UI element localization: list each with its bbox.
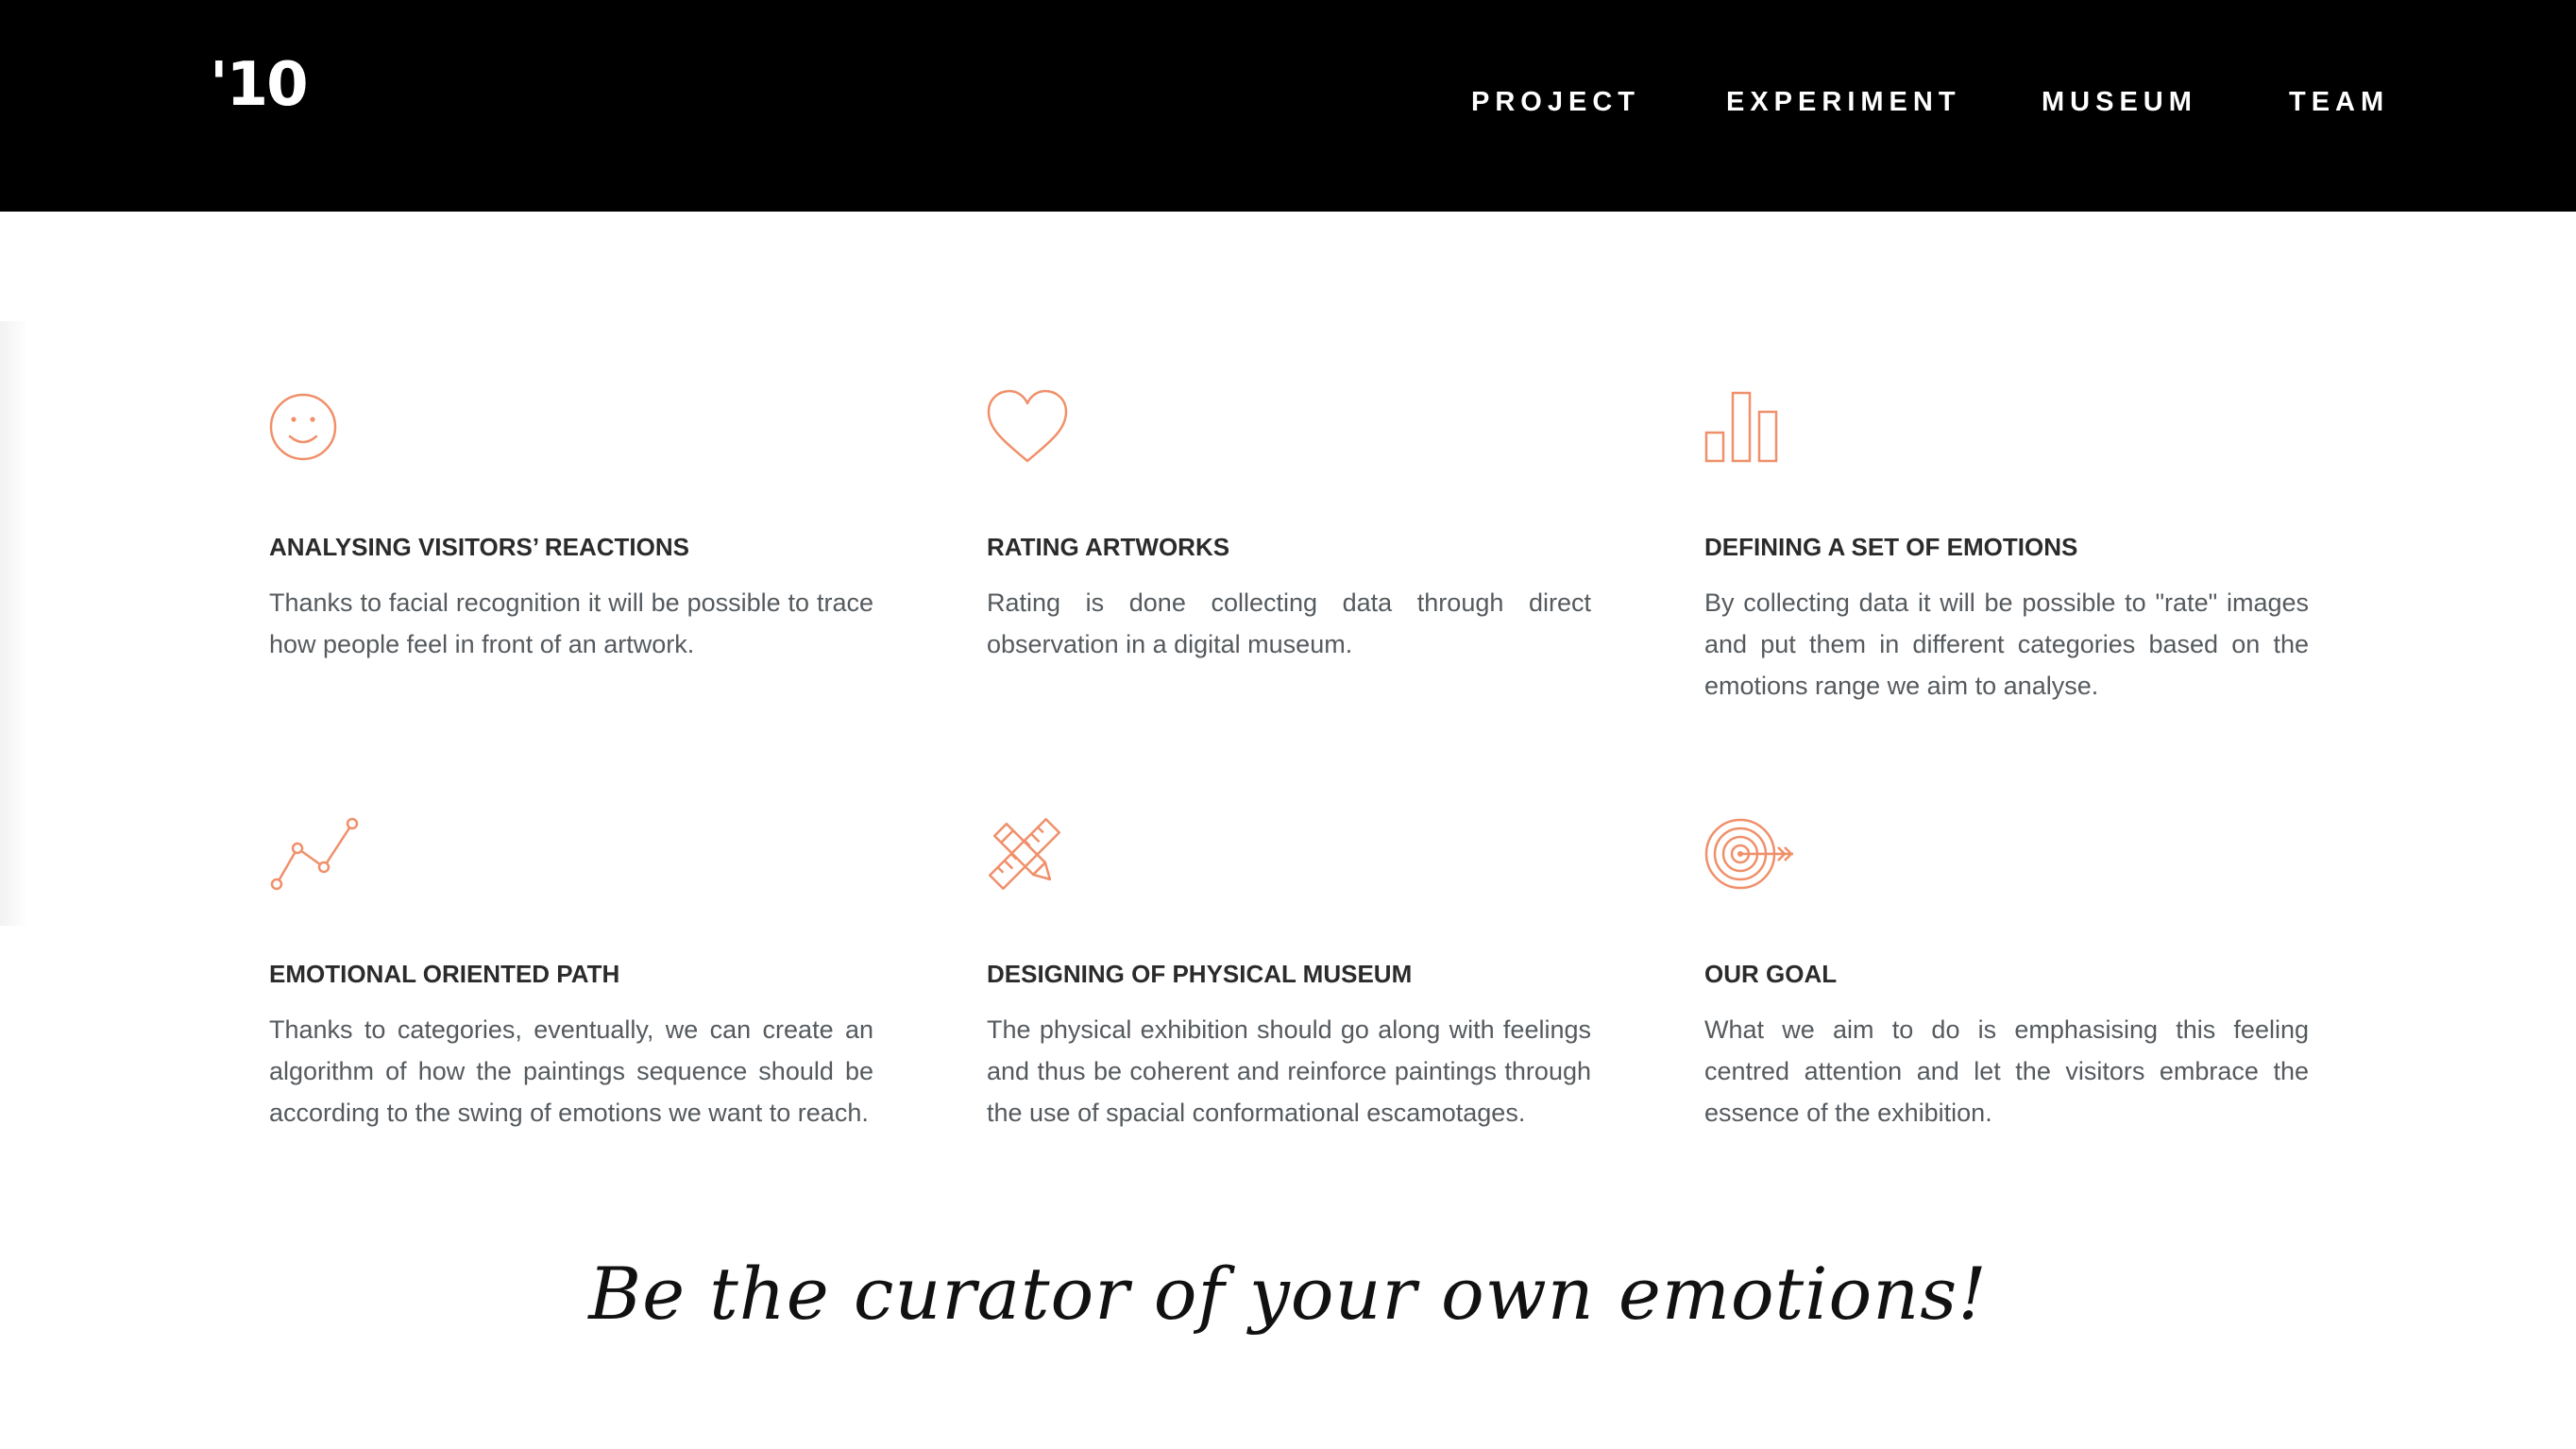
nav-link-project[interactable]: PROJECT <box>1471 83 1640 121</box>
nav-link-experiment[interactable]: EXPERIMENT <box>1726 83 1961 121</box>
feature-title: EMOTIONAL ORIENTED PATH <box>269 960 620 988</box>
feature-title: DESIGNING OF PHYSICAL MUSEUM <box>987 960 1413 988</box>
line-graph-icon <box>269 816 364 896</box>
nav-link-team[interactable]: TEAM <box>2289 83 2389 121</box>
feature-title: DEFINING A SET OF EMOTIONS <box>1704 533 2078 561</box>
tagline: Be the curator of your own emotions! <box>588 1252 1988 1336</box>
heart-icon <box>987 389 1072 469</box>
edge-shadow <box>0 321 28 926</box>
smiley-face-icon <box>269 389 341 466</box>
feature-description: Thanks to facial recognition it will be … <box>269 588 873 658</box>
site-header: '10 PROJECT EXPERIMENT MUSEUM TEAM <box>0 0 2576 212</box>
feature-description: The physical exhibition should go along … <box>987 1015 1591 1127</box>
feature-title: ANALYSING VISITORS’ REACTIONS <box>269 533 689 561</box>
feature-description: Thanks to categories, eventually, we can… <box>269 1015 873 1127</box>
pencil-ruler-icon <box>987 816 1062 896</box>
target-arrow-icon <box>1704 816 1799 896</box>
feature-title: OUR GOAL <box>1704 960 1838 988</box>
site-logo[interactable]: '10 <box>210 47 309 123</box>
nav-link-museum[interactable]: MUSEUM <box>2042 83 2197 121</box>
feature-description: By collecting data it will be possible t… <box>1704 588 2309 700</box>
feature-title: RATING ARTWORKS <box>987 533 1230 561</box>
feature-description: What we aim to do is emphasising this fe… <box>1704 1015 2309 1127</box>
feature-description: Rating is done collecting data through d… <box>987 588 1591 658</box>
bar-chart-icon <box>1704 389 1786 468</box>
